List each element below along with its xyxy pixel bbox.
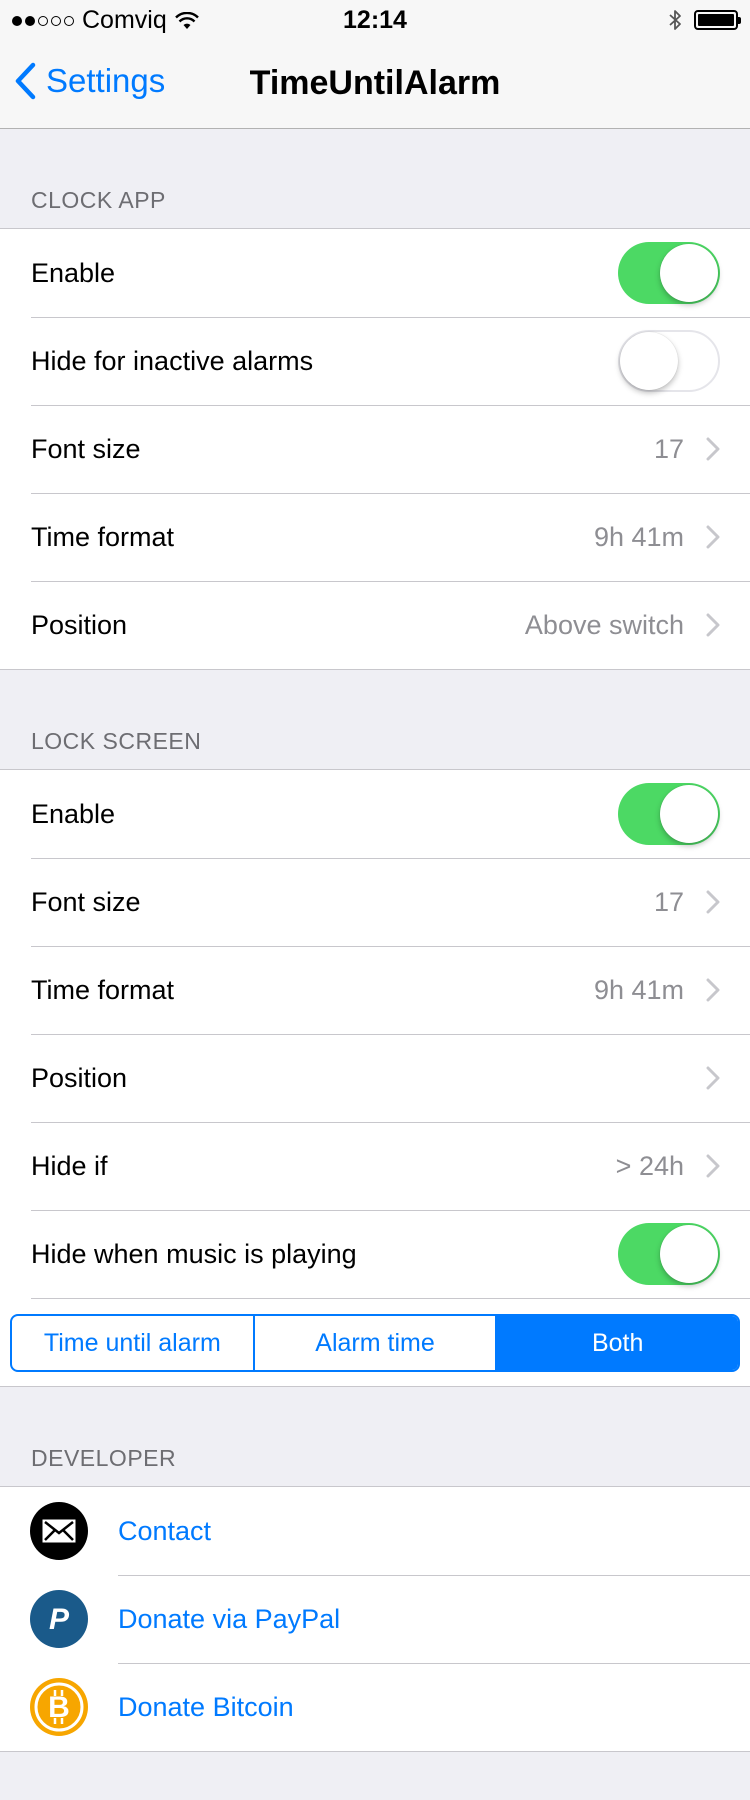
row-label: Time format [31, 521, 175, 552]
battery-icon [694, 10, 741, 30]
segment-both[interactable]: Both [497, 1316, 738, 1370]
row-label: Font size [31, 433, 141, 464]
svg-text:B: B [48, 1691, 70, 1724]
lock-time-format-row[interactable]: Time format 9h 41m [0, 946, 750, 1034]
row-value: > 24h [615, 1150, 684, 1181]
row-label: Time format [31, 974, 175, 1005]
segment-alarm-time[interactable]: Alarm time [255, 1316, 498, 1370]
row-label: Enable [31, 798, 116, 829]
lock-position-row[interactable]: Position [0, 1034, 750, 1122]
status-bar: Comviq 12:14 [0, 0, 750, 40]
row-value: 9h 41m [593, 974, 684, 1005]
row-label: Hide when music is playing [31, 1238, 357, 1269]
chevron-right-icon [706, 1066, 720, 1090]
row-value: 9h 41m [593, 521, 684, 552]
chevron-right-icon [706, 525, 720, 549]
bluetooth-icon [669, 10, 681, 30]
lock-hide-music-row: Hide when music is playing [0, 1210, 750, 1298]
section-title: LOCK SCREEN [31, 728, 202, 754]
display-mode-control-container: Time until alarm Alarm time Both [0, 1298, 750, 1386]
contact-row[interactable]: Contact [0, 1487, 750, 1575]
bitcoin-icon: B [30, 1678, 88, 1736]
clock-enable-row: Enable [0, 229, 750, 317]
row-label: Hide for inactive alarms [31, 345, 314, 376]
clock-font-size-row[interactable]: Font size 17 [0, 405, 750, 493]
clock-hide-inactive-row: Hide for inactive alarms [0, 317, 750, 405]
row-value: 17 [653, 433, 684, 464]
lock-hide-music-toggle[interactable] [618, 1223, 720, 1285]
row-label: Font size [31, 886, 141, 917]
lock-enable-row: Enable [0, 770, 750, 858]
section-header-developer: DEVELOPER [0, 1387, 750, 1486]
chevron-right-icon [706, 890, 720, 914]
bitcoin-label: Donate Bitcoin [118, 1691, 294, 1722]
clock-position-row[interactable]: Position Above switch [0, 581, 750, 669]
paypal-row[interactable]: P Donate via PayPal [0, 1575, 750, 1663]
section-title: CLOCK APP [31, 187, 166, 213]
paypal-icon: P [30, 1590, 88, 1648]
display-mode-segmented-control: Time until alarm Alarm time Both [10, 1314, 740, 1372]
chevron-right-icon [706, 437, 720, 461]
section-header-lock-screen: LOCK SCREEN [0, 670, 750, 769]
section-title: DEVELOPER [31, 1445, 177, 1471]
lock-font-size-row[interactable]: Font size 17 [0, 858, 750, 946]
envelope-icon [30, 1502, 88, 1560]
lock-hide-if-row[interactable]: Hide if > 24h [0, 1122, 750, 1210]
row-label: Position [31, 1062, 128, 1093]
page-title: TimeUntilAlarm [249, 64, 501, 102]
chevron-right-icon [706, 1154, 720, 1178]
contact-label: Contact [118, 1515, 212, 1546]
row-label: Position [31, 609, 128, 640]
clock-hide-inactive-toggle[interactable] [618, 330, 720, 392]
bitcoin-row[interactable]: B Donate Bitcoin [0, 1663, 750, 1751]
status-time: 12:14 [343, 6, 407, 34]
svg-text:P: P [49, 1603, 70, 1636]
row-value: 17 [653, 886, 684, 917]
developer-group: Contact P Donate via PayPal B Donate Bit… [0, 1486, 750, 1752]
lock-screen-group: Enable Font size 17 Time format 9h 41m P… [0, 769, 750, 1387]
chevron-right-icon [706, 978, 720, 1002]
paypal-label: Donate via PayPal [118, 1603, 341, 1634]
clock-enable-toggle[interactable] [618, 242, 720, 304]
section-header-clock-app: CLOCK APP [0, 129, 750, 228]
row-value: Above switch [524, 609, 684, 640]
segment-time-until-alarm[interactable]: Time until alarm [12, 1316, 255, 1370]
lock-enable-toggle[interactable] [618, 783, 720, 845]
navigation-bar: Settings TimeUntilAlarm [0, 40, 750, 129]
chevron-right-icon [706, 613, 720, 637]
row-label: Hide if [31, 1150, 108, 1181]
clock-app-group: Enable Hide for inactive alarms Font siz… [0, 228, 750, 670]
row-label: Enable [31, 257, 116, 288]
clock-time-format-row[interactable]: Time format 9h 41m [0, 493, 750, 581]
